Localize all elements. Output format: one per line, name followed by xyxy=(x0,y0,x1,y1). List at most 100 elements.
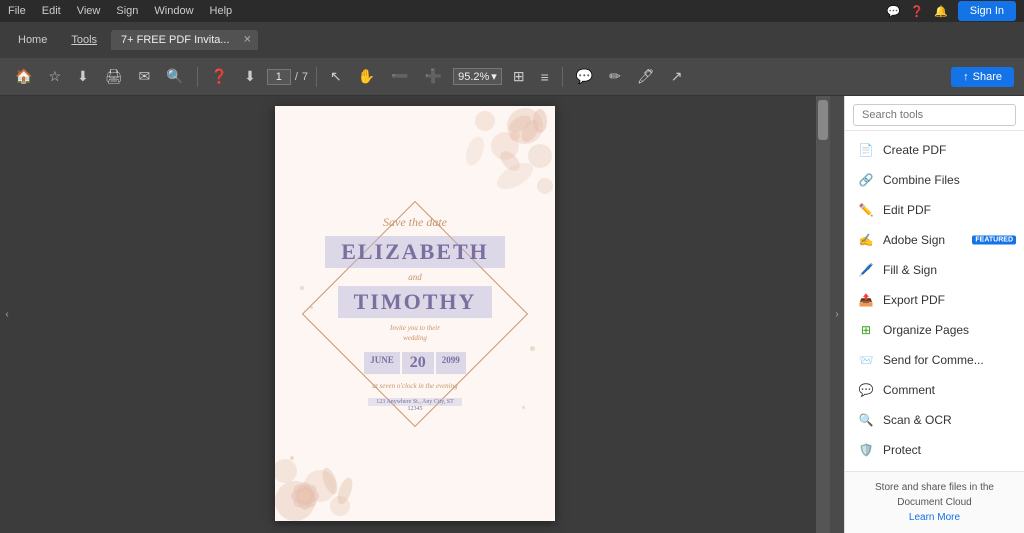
invite-subtitle: Invite you to their wedding xyxy=(390,324,440,344)
share-button[interactable]: ↑ Share xyxy=(951,67,1014,87)
save-date-text: Save the date xyxy=(383,215,447,230)
tool-prepare-form[interactable]: 📝 Prepare Form xyxy=(845,465,1024,471)
tool-organize-pages-label: Organize Pages xyxy=(883,323,969,337)
menu-edit[interactable]: Edit xyxy=(42,5,61,17)
tab-home[interactable]: Home xyxy=(8,30,57,50)
tab-tools[interactable]: Tools xyxy=(61,30,107,50)
tool-combine-files-label: Combine Files xyxy=(883,173,960,187)
protect-icon: 🛡️ xyxy=(857,441,875,459)
bookmark-icon[interactable]: ☆ xyxy=(43,65,66,88)
tool-send-comment[interactable]: 📨 Send for Comme... xyxy=(845,345,1024,375)
fit-page-icon[interactable]: ⊞ xyxy=(508,65,530,88)
fill-sign-icon: 🖊️ xyxy=(857,261,875,279)
evening-text: at seven o'clock in the evening xyxy=(372,382,457,390)
tools-search-input[interactable] xyxy=(853,104,1016,126)
tool-export-pdf[interactable]: 📤 Export PDF xyxy=(845,285,1024,315)
notification-icon[interactable]: 🔔 xyxy=(934,5,948,18)
separator-1 xyxy=(197,67,198,87)
tool-export-pdf-label: Export PDF xyxy=(883,293,945,307)
page-total: 7 xyxy=(302,71,308,83)
sign-in-button[interactable]: Sign In xyxy=(958,1,1016,21)
menu-window[interactable]: Window xyxy=(154,5,193,17)
zoom-value: 95.2% xyxy=(458,71,489,83)
tool-adobe-sign-label: Adobe Sign xyxy=(883,233,945,247)
and-text: and xyxy=(408,272,422,282)
hand-icon[interactable]: ✋ xyxy=(353,65,380,88)
address-line1: 123 Anywhere St., Any City, ST xyxy=(368,398,462,406)
tool-edit-pdf[interactable]: ✏️ Edit PDF xyxy=(845,195,1024,225)
scroll-icon[interactable]: ≡ xyxy=(536,66,554,88)
tool-scan-ocr[interactable]: 🔍 Scan & OCR xyxy=(845,405,1024,435)
share-icon: ↑ xyxy=(963,71,969,83)
combine-files-icon: 🔗 xyxy=(857,171,875,189)
help-toolbar-icon[interactable]: ❓ xyxy=(206,65,233,88)
tool-combine-files[interactable]: 🔗 Combine Files xyxy=(845,165,1024,195)
left-panel-collapse[interactable]: ‹ xyxy=(0,96,14,533)
page-input[interactable] xyxy=(267,69,291,85)
comment-tool-icon: 💬 xyxy=(857,381,875,399)
email-icon[interactable]: ✉ xyxy=(134,65,156,88)
month-box: JUNE xyxy=(364,352,400,374)
pdf-scrollbar[interactable] xyxy=(816,96,830,533)
tool-fill-sign[interactable]: 🖊️ Fill & Sign xyxy=(845,255,1024,285)
create-pdf-icon: 📄 xyxy=(857,141,875,159)
tools-panel: 📄 Create PDF 🔗 Combine Files ✏️ Edit PDF… xyxy=(844,96,1024,533)
pdf-page: Save the date ELIZABETH and TIMOTHY Invi… xyxy=(275,106,555,521)
chat-icon[interactable]: 💬 xyxy=(887,5,901,18)
pen-icon[interactable]: ✏ xyxy=(604,65,626,88)
name-elizabeth: ELIZABETH xyxy=(341,239,489,265)
cursor-icon[interactable]: ↖ xyxy=(325,65,347,88)
zoom-control[interactable]: 95.2% ▾ xyxy=(453,68,502,85)
separator-3 xyxy=(562,67,563,87)
tool-organize-pages[interactable]: ⊞ Organize Pages xyxy=(845,315,1024,345)
tool-comment[interactable]: 💬 Comment xyxy=(845,375,1024,405)
prev-page-icon[interactable]: ⬇ xyxy=(239,65,261,88)
tools-list: 📄 Create PDF 🔗 Combine Files ✏️ Edit PDF… xyxy=(845,131,1024,471)
menu-file[interactable]: File xyxy=(8,5,26,17)
right-panel-collapse[interactable]: › xyxy=(830,96,844,533)
zoom-dropdown-icon[interactable]: ▾ xyxy=(491,70,497,83)
separator-2 xyxy=(316,67,317,87)
tool-fill-sign-label: Fill & Sign xyxy=(883,263,937,277)
featured-badge: FEATURED xyxy=(972,236,1016,245)
send-comment-icon: 📨 xyxy=(857,351,875,369)
download-icon[interactable]: ⬇ xyxy=(72,65,94,88)
comment-icon[interactable]: 💬 xyxy=(571,65,598,88)
date-row: JUNE 20 2099 xyxy=(364,352,466,374)
tools-footer: Store and share files in the Document Cl… xyxy=(845,471,1024,533)
scan-ocr-icon: 🔍 xyxy=(857,411,875,429)
adobe-sign-icon: ✍️ xyxy=(857,231,875,249)
zoom-out-icon[interactable]: ➖ xyxy=(386,65,413,88)
tools-search-area xyxy=(845,96,1024,131)
menu-sign[interactable]: Sign xyxy=(116,5,138,17)
scrollbar-thumb[interactable] xyxy=(818,100,828,140)
share-toolbar-icon[interactable]: ↗ xyxy=(666,65,688,88)
print-icon[interactable]: 🖨 xyxy=(100,65,128,88)
tools-footer-text: Store and share files in the Document Cl… xyxy=(875,482,994,508)
tab-bar: Home Tools 7+ FREE PDF Invita... ✕ xyxy=(0,22,1024,58)
tab-close-button[interactable]: ✕ xyxy=(243,35,251,46)
marker-icon[interactable]: 🖊 xyxy=(632,65,660,88)
menu-bar: File Edit View Sign Window Help 💬 ❓ 🔔 Si… xyxy=(0,0,1024,22)
tool-edit-pdf-label: Edit PDF xyxy=(883,203,931,217)
menu-help[interactable]: Help xyxy=(210,5,233,17)
tools-footer-link[interactable]: Learn More xyxy=(909,512,960,523)
tool-create-pdf[interactable]: 📄 Create PDF xyxy=(845,135,1024,165)
home-icon[interactable]: 🏠 xyxy=(10,65,37,88)
export-pdf-icon: 📤 xyxy=(857,291,875,309)
zoom-in-icon[interactable]: ➕ xyxy=(420,65,447,88)
search-icon[interactable]: 🔍 xyxy=(161,65,188,88)
name-timothy: TIMOTHY xyxy=(338,286,493,318)
menu-view[interactable]: View xyxy=(77,5,101,17)
page-separator: / xyxy=(295,71,298,83)
tool-create-pdf-label: Create PDF xyxy=(883,143,946,157)
share-label: Share xyxy=(973,71,1002,83)
pdf-viewer[interactable]: Save the date ELIZABETH and TIMOTHY Invi… xyxy=(14,96,816,533)
tool-comment-label: Comment xyxy=(883,383,935,397)
toolbar: 🏠 ☆ ⬇ 🖨 ✉ 🔍 ❓ ⬇ / 7 ↖ ✋ ➖ ➕ 95.2% ▾ ⊞ ≡ … xyxy=(0,58,1024,96)
help-icon[interactable]: ❓ xyxy=(910,5,924,18)
tool-adobe-sign[interactable]: ✍️ Adobe Sign FEATURED xyxy=(845,225,1024,255)
edit-pdf-icon: ✏️ xyxy=(857,201,875,219)
tool-protect[interactable]: 🛡️ Protect xyxy=(845,435,1024,465)
tab-document[interactable]: 7+ FREE PDF Invita... ✕ xyxy=(111,30,258,50)
